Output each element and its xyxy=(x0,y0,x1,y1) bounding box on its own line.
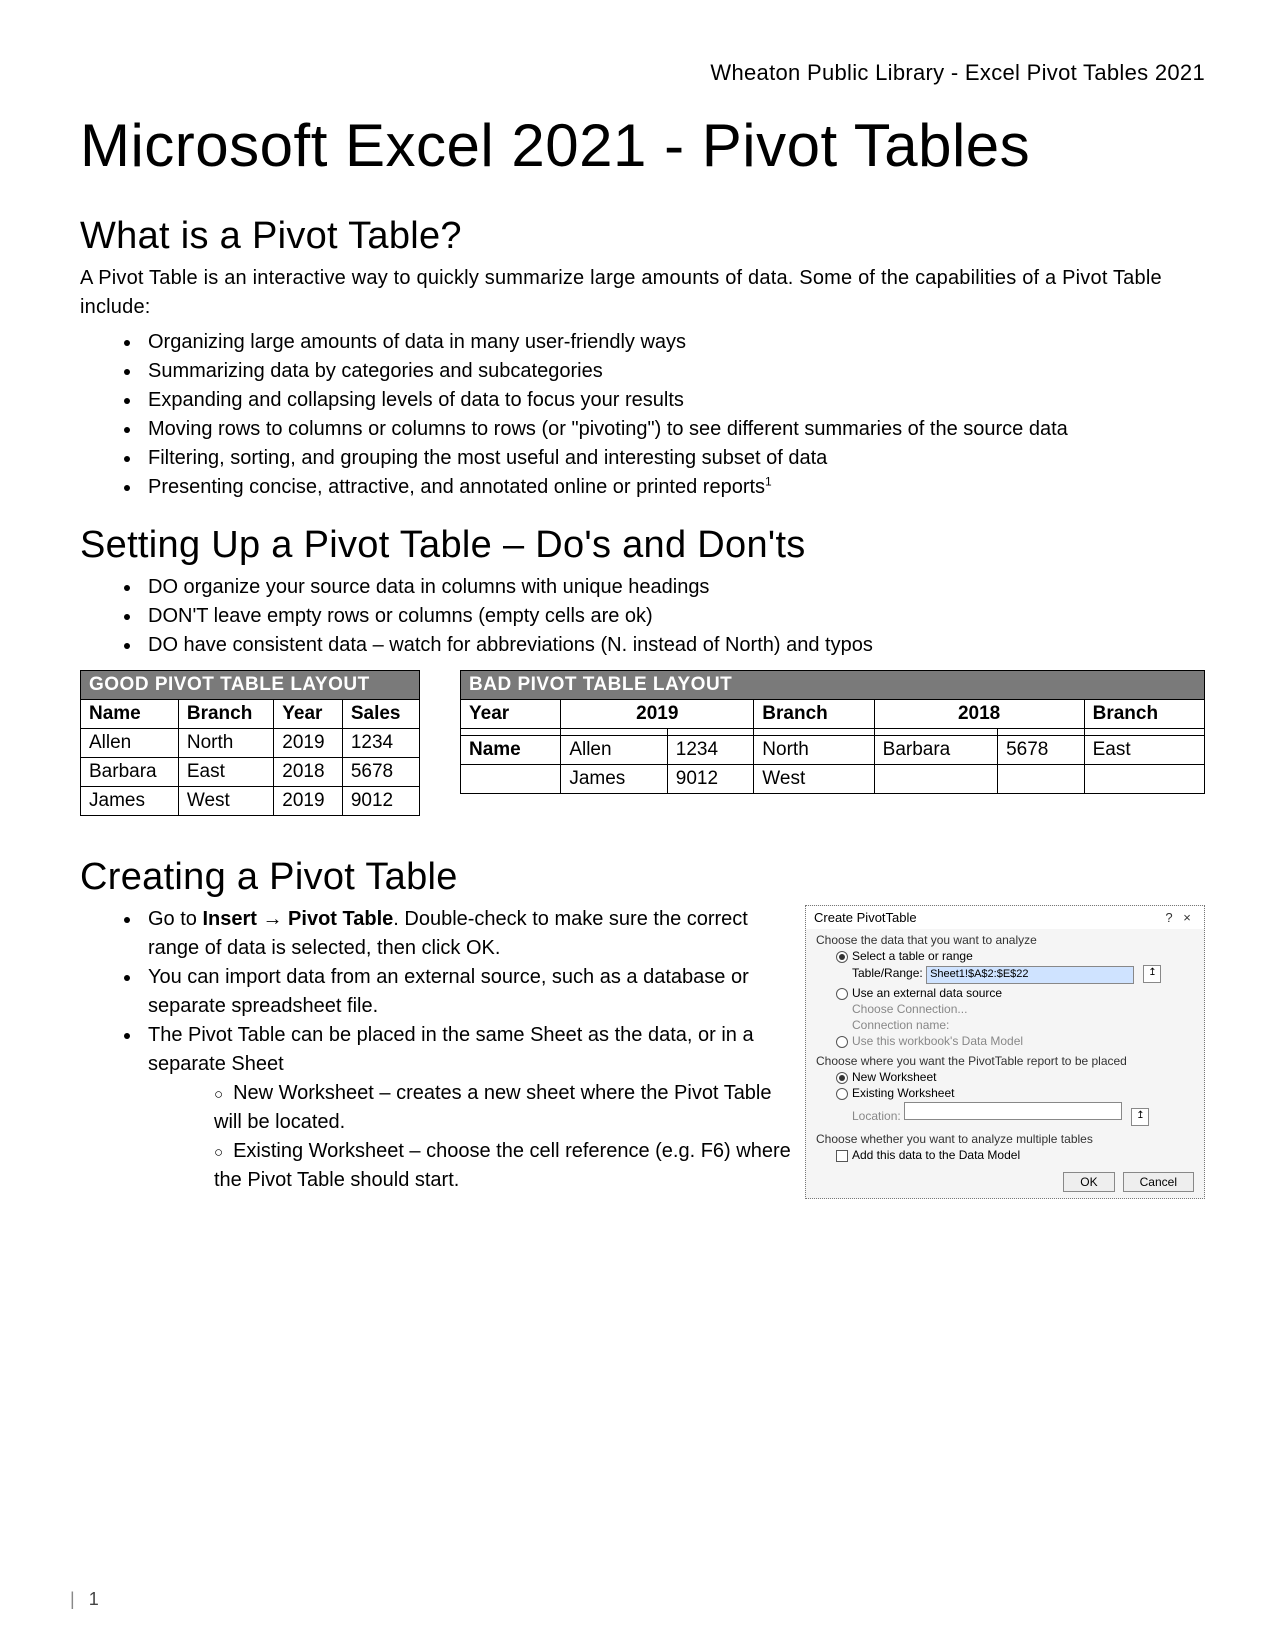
list-item: Organizing large amounts of data in many… xyxy=(142,328,1205,357)
list-item: DO organize your source data in columns … xyxy=(142,573,1205,602)
good-layout-table: GOOD PIVOT TABLE LAYOUT Name Branch Year… xyxy=(80,670,420,816)
section-what-is: What is a Pivot Table? xyxy=(80,215,1205,258)
sublist-item: New Worksheet – creates a new sheet wher… xyxy=(208,1079,791,1137)
section-dos-donts: Setting Up a Pivot Table – Do's and Don'… xyxy=(80,524,1205,567)
table-row: James 9012 West xyxy=(461,765,1205,794)
dialog-group-label: Choose the data that you want to analyze xyxy=(816,933,1194,947)
list-item: Filtering, sorting, and grouping the mos… xyxy=(142,444,1205,473)
section-creating: Creating a Pivot Table xyxy=(80,856,1205,899)
table-range-input[interactable]: Sheet1!$A$2:$E$22 xyxy=(926,966,1134,984)
radio-data-model: Use this workbook's Data Model xyxy=(816,1034,1194,1048)
connection-name-label: Connection name: xyxy=(816,1018,1194,1032)
footnote-marker: 1 xyxy=(765,474,772,488)
location-input[interactable] xyxy=(904,1102,1122,1120)
page-title: Microsoft Excel 2021 - Pivot Tables xyxy=(80,111,1205,180)
intro-paragraph: A Pivot Table is an interactive way to q… xyxy=(80,264,1205,322)
dialog-group-label: Choose whether you want to analyze multi… xyxy=(816,1132,1194,1146)
table-caption: BAD PIVOT TABLE LAYOUT xyxy=(461,671,1205,700)
sublist-item: Existing Worksheet – choose the cell ref… xyxy=(208,1137,791,1195)
list-item: DO have consistent data – watch for abbr… xyxy=(142,631,1205,660)
table-range-label: Table/Range: xyxy=(852,966,923,980)
create-pivottable-dialog: Create PivotTable ? × Choose the data th… xyxy=(805,905,1205,1199)
list-item: Presenting concise, attractive, and anno… xyxy=(142,473,1205,502)
table-header: Name xyxy=(81,700,179,729)
radio-existing-worksheet[interactable]: Existing Worksheet xyxy=(816,1086,1194,1100)
header-right: Wheaton Public Library - Excel Pivot Tab… xyxy=(80,60,1205,86)
table-caption: GOOD PIVOT TABLE LAYOUT xyxy=(81,671,420,700)
list-item: Go to Insert → Pivot Table. Double-check… xyxy=(142,905,791,963)
range-picker-icon[interactable]: ↥ xyxy=(1131,1108,1149,1126)
list-item: Expanding and collapsing levels of data … xyxy=(142,386,1205,415)
ok-button[interactable]: OK xyxy=(1063,1172,1114,1192)
page-footer: | 1 xyxy=(70,1589,99,1610)
table-row: James West 2019 9012 xyxy=(81,787,420,816)
location-label: Location: xyxy=(852,1109,901,1123)
radio-external-source[interactable]: Use an external data source xyxy=(816,986,1194,1000)
table-row xyxy=(461,729,1205,736)
creating-list: Go to Insert → Pivot Table. Double-check… xyxy=(80,905,791,1195)
radio-new-worksheet[interactable]: New Worksheet xyxy=(816,1070,1194,1084)
dialog-title: Create PivotTable xyxy=(814,910,1160,925)
footer-divider: | xyxy=(70,1589,75,1610)
bad-layout-table: BAD PIVOT TABLE LAYOUT Year 2019 Branch … xyxy=(460,670,1205,794)
table-row: Allen North 2019 1234 xyxy=(81,729,420,758)
dialog-group-label: Choose where you want the PivotTable rep… xyxy=(816,1054,1194,1068)
cancel-button[interactable]: Cancel xyxy=(1123,1172,1194,1192)
radio-select-table[interactable]: Select a table or range xyxy=(816,949,1194,963)
checkbox-add-data-model[interactable]: Add this data to the Data Model xyxy=(816,1148,1194,1162)
list-item: Summarizing data by categories and subca… xyxy=(142,357,1205,386)
table-header: Sales xyxy=(342,700,419,729)
range-picker-icon[interactable]: ↥ xyxy=(1143,965,1161,983)
table-header: Branch xyxy=(178,700,273,729)
table-row: Year 2019 Branch 2018 Branch xyxy=(461,700,1205,729)
table-header: Year xyxy=(274,700,343,729)
close-icon[interactable]: × xyxy=(1178,910,1196,925)
dos-donts-list: DO organize your source data in columns … xyxy=(80,573,1205,660)
choose-connection-button: Choose Connection... xyxy=(816,1002,1194,1016)
list-item: The Pivot Table can be placed in the sam… xyxy=(142,1021,791,1195)
help-icon[interactable]: ? xyxy=(1160,910,1178,925)
table-row: Barbara East 2018 5678 xyxy=(81,758,420,787)
table-row: Name Allen 1234 North Barbara 5678 East xyxy=(461,736,1205,765)
list-item: DON'T leave empty rows or columns (empty… xyxy=(142,602,1205,631)
list-item: Moving rows to columns or columns to row… xyxy=(142,415,1205,444)
list-item: You can import data from an external sou… xyxy=(142,963,791,1021)
capabilities-list: Organizing large amounts of data in many… xyxy=(80,328,1205,502)
page-number: 1 xyxy=(89,1589,99,1610)
